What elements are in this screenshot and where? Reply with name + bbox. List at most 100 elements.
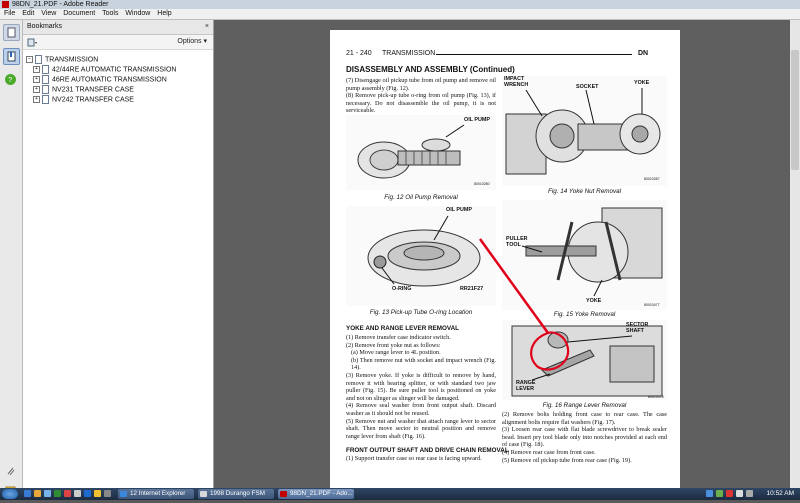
internet-explorer-icon	[120, 491, 127, 497]
taskbar-clock[interactable]: 10:52 AM	[767, 489, 794, 499]
quick-launch-icon[interactable]	[34, 490, 41, 497]
expand-icon[interactable]: +	[33, 76, 40, 83]
callout-socket: SOCKET	[576, 84, 599, 90]
quick-launch-icon[interactable]	[74, 490, 81, 497]
header-rule	[436, 54, 632, 55]
scrollbar-thumb[interactable]	[791, 50, 799, 170]
bookmark-nv242[interactable]: + NV242 TRANSFER CASE	[33, 95, 134, 104]
taskbar-label: 98DN_21.PDF - Ado...	[290, 490, 353, 497]
step: (5) Remove oil pickup tube from rear cas…	[502, 456, 632, 464]
figure-code: 80010287	[644, 177, 660, 181]
quick-launch-icon[interactable]	[104, 490, 111, 497]
volume-icon[interactable]	[736, 490, 743, 497]
expand-icon[interactable]: +	[33, 66, 40, 73]
bookmark-page-icon	[35, 55, 42, 64]
figure-yoke-nut-removal: IMPACT WRENCH SOCKET YOKE 80010287	[502, 76, 667, 186]
bookmark-transmission[interactable]: − TRANSMISSION	[26, 55, 98, 64]
menu-edit[interactable]: Edit	[22, 9, 34, 19]
quick-launch-icon[interactable]	[64, 490, 71, 497]
step: (1) Support transfer case so rear case i…	[346, 455, 482, 462]
callout-range-lever: RANGE LEVER	[516, 380, 536, 392]
pages-panel-icon[interactable]	[3, 24, 20, 41]
tray-icon[interactable]	[716, 490, 723, 497]
paragraph: (7) Disengage oil pickup tube from oil p…	[346, 77, 496, 92]
bookmark-nv231[interactable]: + NV231 TRANSFER CASE	[33, 85, 134, 94]
bookmark-page-icon	[42, 65, 49, 74]
figure-code: 80010478	[648, 395, 664, 399]
section-title: DISASSEMBLY AND ASSEMBLY (Continued)	[346, 65, 515, 74]
menu-document[interactable]: Document	[63, 9, 95, 19]
step: (4) Remove seal washer from front output…	[346, 402, 496, 417]
subhead-yoke-range-lever: YOKE AND RANGE LEVER REMOVAL	[346, 325, 460, 332]
expand-icon[interactable]: +	[33, 96, 40, 103]
taskbar-adobe-reader[interactable]: 98DN_21.PDF - Ado...	[278, 489, 354, 499]
menu-file[interactable]: File	[4, 9, 15, 19]
options-menu-button[interactable]: Options ▾	[177, 35, 207, 49]
bookmarks-panel: Bookmarks × Options ▾ − TRANSMISSION +42/…	[23, 20, 214, 488]
page-header: 21 - 240 TRANSMISSION DN	[346, 50, 666, 57]
bookmark-options-icon[interactable]	[27, 38, 37, 47]
folder-icon	[200, 491, 207, 497]
callout-impact-wrench: IMPACT WRENCH	[504, 76, 529, 88]
quick-launch-icon[interactable]	[94, 490, 101, 497]
adobe-reader-icon	[2, 1, 9, 8]
callout-sector-shaft: SECTOR SHAFT	[626, 322, 649, 334]
quick-launch-icon[interactable]	[84, 490, 91, 497]
menu-window[interactable]: Window	[125, 9, 150, 19]
menu-help[interactable]: Help	[157, 9, 171, 19]
start-button[interactable]	[2, 489, 18, 499]
figure-oil-pump-removal: OIL PUMP 80010280	[346, 115, 496, 190]
bookmark-46re[interactable]: +46RE AUTOMATIC TRANSMISSION	[33, 75, 167, 84]
figure-caption: Fig. 16 Range Lever Removal	[542, 402, 627, 409]
quick-launch-icon[interactable]	[24, 490, 31, 497]
bookmarks-toolbar: Options ▾	[23, 35, 213, 50]
left-column-top: (7) Disengage oil pickup tube from oil p…	[346, 77, 496, 115]
vertical-scrollbar[interactable]	[790, 20, 800, 488]
expand-icon[interactable]: +	[33, 86, 40, 93]
close-icon[interactable]: ×	[205, 20, 209, 34]
yoke-nut-illustration	[505, 88, 661, 175]
bookmarks-header: Bookmarks ×	[23, 20, 213, 35]
left-column-bottom: (1) Support transfer case so rear case i…	[346, 455, 496, 463]
callout-oil-pump: OIL PUMP	[446, 207, 472, 213]
page-model: DN	[638, 50, 649, 57]
taskbar: 12 Internet Explorer 1998 Durango FSM 98…	[0, 488, 800, 500]
right-column-bottom: (2) Remove bolts holding front case to r…	[502, 411, 667, 464]
adobe-reader-icon	[280, 491, 287, 497]
title-bar: 98DN_21.PDF - Adobe Reader	[0, 0, 800, 9]
callout-oil-pump: OIL PUMP	[464, 117, 490, 123]
bookmarks-panel-icon[interactable]	[3, 48, 20, 65]
step: (3) Remove yoke. If yoke is difficult to…	[346, 371, 496, 402]
attachment-icon[interactable]	[3, 463, 18, 478]
taskbar-label: 1998 Durango FSM	[210, 490, 265, 497]
taskbar-internet-explorer[interactable]: 12 Internet Explorer	[118, 489, 194, 499]
page-number: 21 - 240	[346, 50, 372, 57]
help-icon[interactable]: ?	[3, 72, 18, 87]
pdf-page: 21 - 240 TRANSMISSION DN DISASSEMBLY AND…	[330, 30, 680, 488]
menu-tools[interactable]: Tools	[102, 9, 118, 19]
menu-view[interactable]: View	[41, 9, 56, 19]
bookmark-label: NV242 TRANSFER CASE	[52, 96, 134, 104]
options-label: Options	[177, 38, 202, 45]
step: (2) Remove bolts holding front case to r…	[502, 411, 667, 426]
collapse-icon[interactable]: −	[26, 56, 33, 63]
bookmarks-title: Bookmarks	[27, 23, 63, 30]
network-icon[interactable]	[746, 490, 753, 497]
menu-bar: File Edit View Document Tools Window Hel…	[0, 9, 800, 20]
taskbar-durango-fsm[interactable]: 1998 Durango FSM	[198, 489, 274, 499]
callout-yoke: YOKE	[634, 80, 650, 86]
tray-icon[interactable]	[726, 490, 733, 497]
bookmark-page-icon	[42, 75, 49, 84]
bookmark-label: 42/44RE AUTOMATIC TRANSMISSION	[52, 66, 177, 74]
navigation-tool-strip: ?	[0, 20, 23, 494]
tray-icon[interactable]	[706, 490, 713, 497]
bookmark-42-44re[interactable]: +42/44RE AUTOMATIC TRANSMISSION	[33, 65, 176, 74]
quick-launch-icon[interactable]	[54, 490, 61, 497]
window-title: 98DN_21.PDF - Adobe Reader	[12, 1, 109, 8]
figure-code: 80010280	[474, 182, 490, 186]
quick-launch-icon[interactable]	[44, 490, 51, 497]
red-annotation-markup	[478, 238, 570, 371]
bookmark-label: NV231 TRANSFER CASE	[52, 86, 134, 94]
figure-caption: Fig. 12 Oil Pump Removal	[384, 194, 458, 201]
step: (3) Loosen rear case with flat blade scr…	[502, 426, 667, 449]
